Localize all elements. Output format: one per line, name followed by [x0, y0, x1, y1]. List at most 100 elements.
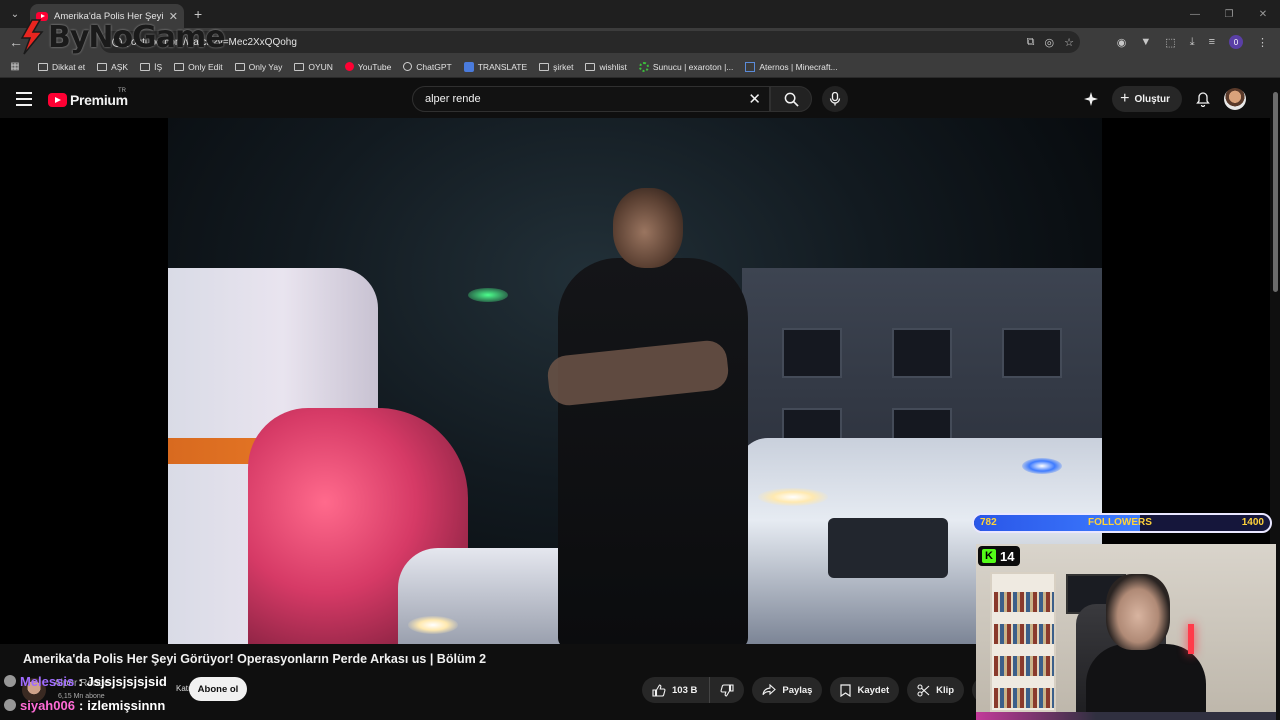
extension-controller-icon[interactable]: ◉ — [1117, 36, 1127, 49]
bookmark-label: Aternos | Minecraft... — [759, 61, 838, 72]
video-scene-person-head — [613, 188, 683, 268]
bookmark-aternos[interactable]: Aternos | Minecraft... — [745, 61, 838, 72]
dislike-button[interactable] — [710, 677, 745, 703]
folder-icon — [174, 62, 185, 71]
browser-toolbar: ← youtube.com/watch?v=Mec2XxQQohg ⧉ ◎ ☆ … — [0, 28, 1280, 56]
scrollbar-thumb[interactable] — [1273, 92, 1278, 292]
bookmark-exaroton[interactable]: Sunucu | exaroton |... — [638, 61, 733, 72]
bookmark-sirket[interactable]: şirket — [539, 62, 573, 72]
bookmark-star-icon[interactable]: ☆ — [1064, 36, 1074, 49]
folder-icon — [294, 62, 305, 71]
youtube-favicon-icon — [36, 11, 48, 21]
search-icon — [784, 92, 799, 107]
bookmark-label: wishlist — [599, 61, 627, 72]
header-actions: + Oluştur — [1084, 86, 1246, 112]
tracking-protection-icon[interactable]: ◎ — [1045, 36, 1055, 49]
browser-menu-icon[interactable]: ⋮ — [1257, 36, 1268, 49]
bookmark-label: TRANSLATE — [477, 61, 528, 72]
close-tab-icon[interactable]: ✕ — [169, 10, 178, 23]
close-window-icon[interactable]: ✕ — [1246, 0, 1280, 28]
bookmark-oyun[interactable]: OYUN — [294, 62, 333, 72]
video-scene-blue-light — [1022, 458, 1062, 474]
search-input[interactable]: alper rende ✕ — [412, 86, 770, 112]
bookmark-label: Only Edit — [188, 61, 223, 72]
bookmark-dikkat-et[interactable]: Dikkat et — [38, 62, 85, 72]
chat-text: izlemişsinnn — [87, 697, 166, 713]
clip-label: Klip — [936, 684, 955, 696]
new-tab-button[interactable]: + — [194, 6, 202, 22]
bookmark-label: YouTube — [357, 61, 392, 72]
microphone-icon — [829, 92, 841, 106]
youtube-premium-logo[interactable]: Premium TR — [48, 88, 128, 108]
chat-badge-icon — [4, 675, 16, 687]
chat-message: Melessis : Jsjsjsjsjsjsid — [4, 672, 204, 690]
share-button[interactable]: Paylaş — [752, 677, 823, 703]
streamer-webcam — [976, 544, 1276, 720]
bookmark-wishlist[interactable]: wishlist — [585, 61, 627, 72]
clip-button[interactable]: Klip — [907, 677, 965, 703]
gemini-sparkle-icon[interactable] — [1084, 92, 1099, 106]
site-info-icon[interactable] — [112, 37, 122, 47]
bookmark-only-edit[interactable]: Only Edit — [174, 62, 223, 72]
clear-search-icon[interactable]: ✕ — [748, 90, 761, 108]
bookmarks-bar: ▦ Dikkat et AŞK İŞ Only Edit Only Yay OY… — [0, 56, 1280, 78]
video-scene-headlight — [408, 616, 458, 634]
save-button[interactable]: Kaydet — [830, 677, 900, 703]
window-controls: — ❐ ✕ — [1178, 0, 1280, 28]
youtube-icon — [344, 62, 354, 71]
followers-goal-bar: 782 FOLLOWERS 1400 — [972, 513, 1272, 533]
bookmark-label: şirket — [553, 61, 574, 72]
gear-icon — [638, 61, 649, 72]
kick-viewer-count: 14 — [1000, 548, 1015, 564]
like-button[interactable]: 103 B — [642, 677, 711, 703]
bookmark-only-yay[interactable]: Only Yay — [234, 61, 283, 72]
hamburger-menu-icon[interactable] — [16, 92, 32, 106]
reading-list-icon[interactable]: ≡ — [1209, 36, 1215, 48]
extension-shield-icon[interactable]: ▼ — [1140, 36, 1151, 48]
folder-icon — [585, 62, 596, 71]
video-actions: 103 B Paylaş Kaydet Klip ••• — [642, 677, 999, 703]
bookmark-label: Only Yay — [248, 61, 283, 72]
extensions-area: ◉ ▼ ⬚ ⤓ ≡ 0 ⋮ — [1117, 28, 1268, 56]
create-button[interactable]: + Oluştur — [1112, 86, 1182, 112]
restore-icon[interactable]: ❐ — [1212, 0, 1246, 28]
address-bar[interactable]: youtube.com/watch?v=Mec2XxQQohg — [100, 31, 1080, 53]
like-dislike-group: 103 B — [642, 677, 745, 703]
profile-avatar[interactable]: 0 — [1229, 35, 1243, 49]
back-button[interactable]: ← — [4, 34, 28, 50]
bookmark-translate[interactable]: TRANSLATE — [463, 61, 528, 72]
folder-icon — [234, 62, 245, 71]
bookmark-label: ChatGPT — [416, 61, 452, 72]
browser-tabstrip: ⌄ Amerika'da Polis Her Şeyi Görüyor! Ope… — [0, 0, 1280, 28]
notifications-bell-icon[interactable] — [1196, 91, 1210, 107]
bookmark-youtube[interactable]: YouTube — [344, 61, 392, 72]
youtube-header: Premium TR alper rende ✕ + Oluştur — [0, 80, 1270, 118]
share-label: Paylaş — [782, 684, 813, 696]
apps-grid-icon[interactable]: ▦ — [4, 61, 26, 72]
browser-tab-active[interactable]: Amerika'da Polis Her Şeyi Görüyor! Opera… — [30, 4, 184, 28]
extensions-puzzle-icon[interactable]: ⬚ — [1165, 36, 1175, 49]
webcam-person-head — [1106, 574, 1170, 650]
omnibox-actions: ⧉ ◎ ☆ — [1027, 28, 1074, 56]
search-button[interactable] — [770, 86, 812, 112]
bookmark-icon — [840, 683, 852, 697]
overlay-bottom-strip — [976, 712, 1276, 720]
kick-logo-icon: K — [982, 549, 996, 563]
create-label: Oluştur — [1134, 93, 1170, 105]
downloads-icon[interactable]: ⤓ — [1190, 36, 1195, 49]
tab-search-button[interactable]: ⌄ — [4, 3, 26, 25]
voice-search-button[interactable] — [822, 86, 848, 112]
plus-icon: + — [1120, 90, 1130, 107]
bookmark-is[interactable]: İŞ — [140, 62, 162, 72]
video-frame[interactable] — [168, 118, 1102, 644]
video-scene-green-light — [468, 288, 508, 302]
bookmark-ask[interactable]: AŞK — [97, 62, 128, 72]
install-app-icon[interactable]: ⧉ — [1027, 36, 1035, 49]
tab-title: Amerika'da Polis Her Şeyi Görüyor! Opera… — [54, 10, 163, 22]
translate-icon — [463, 61, 474, 72]
minimize-icon[interactable]: — — [1178, 0, 1212, 28]
bookmark-chatgpt[interactable]: ChatGPT — [403, 61, 452, 72]
scissors-icon — [917, 683, 930, 697]
chat-username: Melessis — [20, 673, 75, 689]
account-avatar[interactable] — [1224, 88, 1246, 110]
